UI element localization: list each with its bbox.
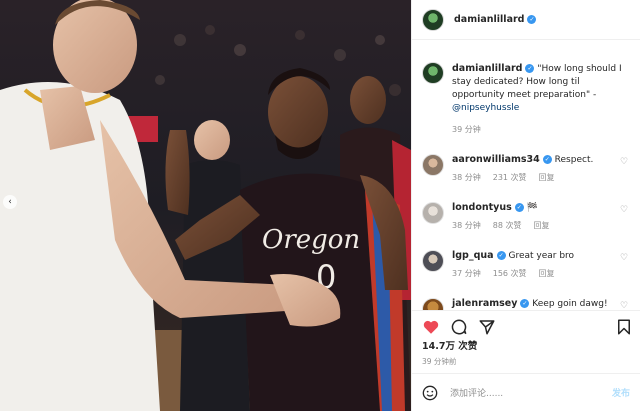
previous-arrow-icon[interactable]: ‹ — [3, 195, 17, 209]
basketball-photo: Oregon 0 — [0, 0, 411, 411]
reply-button[interactable]: 回复 — [539, 173, 555, 182]
comment-username[interactable]: londontyus — [452, 202, 512, 213]
avatar[interactable] — [422, 202, 444, 224]
comment-icon[interactable] — [450, 318, 468, 336]
heart-icon[interactable]: ♡ — [620, 253, 630, 263]
caption-mention-link[interactable]: @nipseyhussle — [452, 103, 519, 113]
comment-text: 🏁 — [526, 203, 538, 213]
comment-username[interactable]: jalenramsey — [452, 298, 517, 309]
reply-button[interactable]: 回复 — [539, 269, 555, 278]
verified-badge-icon: ✓ — [520, 299, 530, 308]
post-photo[interactable]: Oregon 0 ‹ — [0, 0, 411, 411]
verified-badge-icon: ✓ — [527, 15, 537, 24]
jersey-team-text: Oregon — [262, 225, 360, 255]
post-side-panel: damianlillard ✓ damianlillard ✓ "How long… — [411, 0, 640, 411]
comment-likes[interactable]: 156 次赞 — [493, 269, 527, 278]
heart-icon[interactable]: ♡ — [620, 157, 630, 167]
list-item: aaronwilliams34 ✓ Respect. 38 分钟 231 次赞 回复 … — [422, 154, 630, 184]
share-icon[interactable] — [478, 318, 496, 336]
comment-text: Great year bro — [508, 251, 575, 261]
comment-time: 38 分钟 — [452, 221, 481, 230]
list-item: londontyus ✓ 🏁 38 分钟 88 次赞 回复 ♡ — [422, 202, 630, 232]
verified-badge-icon: ✓ — [525, 64, 535, 73]
likes-count[interactable]: 14.7万 次赞 — [422, 338, 477, 352]
bookmark-icon[interactable] — [615, 318, 633, 336]
comment-username[interactable]: lgp_qua — [452, 250, 494, 261]
verified-badge-icon: ✓ — [514, 203, 524, 212]
post-time-ago: 39 分钟前 — [422, 357, 457, 366]
comments-list[interactable]: damianlillard ✓ "How long should I stay d… — [412, 40, 640, 310]
header-username[interactable]: damianlillard — [454, 14, 524, 25]
heart-icon[interactable]: ♡ — [620, 301, 630, 310]
caption-time: 39 分钟 — [452, 125, 481, 134]
caption-username[interactable]: damianlillard — [452, 63, 522, 74]
post-actions-bar — [412, 310, 640, 340]
emoji-icon[interactable] — [422, 385, 438, 401]
comment-username[interactable]: aaronwilliams34 — [452, 154, 540, 165]
post-header: damianlillard ✓ — [412, 0, 640, 40]
avatar[interactable] — [422, 298, 444, 310]
heart-filled-icon[interactable] — [422, 318, 440, 336]
list-item: jalenramsey ✓ Keep goin dawg! ♡ — [422, 298, 630, 310]
comment-text: Keep goin dawg! — [532, 299, 608, 309]
verified-badge-icon: ✓ — [542, 155, 552, 164]
list-item: lgp_qua ✓ Great year bro 37 分钟 156 次赞 回复 ♡ — [422, 250, 630, 280]
comment-likes[interactable]: 231 次赞 — [493, 173, 527, 182]
heart-icon[interactable]: ♡ — [620, 205, 630, 215]
post-comment-button[interactable]: 发布 — [612, 386, 630, 399]
comment-box: 添加评论...... 发布 — [412, 373, 640, 411]
avatar[interactable] — [422, 250, 444, 272]
avatar[interactable] — [422, 154, 444, 176]
avatar[interactable] — [422, 8, 444, 31]
comment-time: 38 分钟 — [452, 173, 481, 182]
post-caption: damianlillard ✓ "How long should I stay d… — [422, 62, 630, 136]
comment-text: Respect. — [554, 155, 594, 165]
avatar[interactable] — [422, 62, 444, 84]
comment-time: 37 分钟 — [452, 269, 481, 278]
verified-badge-icon: ✓ — [496, 251, 506, 260]
comment-likes[interactable]: 88 次赞 — [493, 221, 522, 230]
reply-button[interactable]: 回复 — [533, 221, 549, 230]
comment-input[interactable]: 添加评论...... — [450, 386, 612, 399]
